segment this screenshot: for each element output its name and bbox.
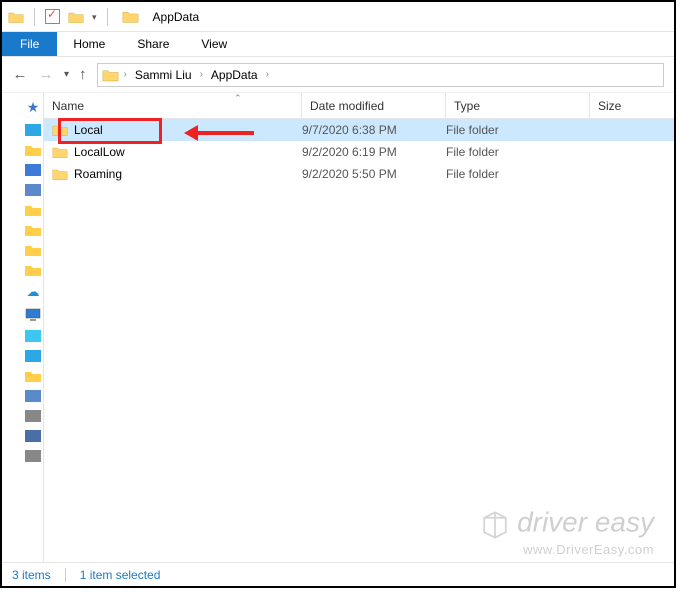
tab-home[interactable]: Home <box>57 32 121 56</box>
file-type: File folder <box>438 167 582 181</box>
address-bar: ← → ▾ ↑ › Sammi Liu › AppData › <box>2 57 674 93</box>
qat-folder-icon[interactable] <box>8 10 24 24</box>
watermark-url: www.DriverEasy.com <box>477 543 654 556</box>
file-name: Roaming <box>74 167 122 181</box>
sort-indicator-icon: ⌃ <box>234 93 242 104</box>
file-tab[interactable]: File <box>2 32 57 56</box>
file-date: 9/2/2020 6:19 PM <box>294 145 438 159</box>
qat-divider <box>34 8 35 26</box>
column-name[interactable]: Name <box>52 93 302 118</box>
sidebar-item-icon[interactable] <box>25 330 41 342</box>
sidebar-item-icon[interactable] <box>25 410 41 422</box>
file-row[interactable]: Local 9/7/2020 6:38 PM File folder <box>44 119 674 141</box>
watermark: driver easy www.DriverEasy.com <box>477 507 654 556</box>
file-row[interactable]: LocalLow 9/2/2020 6:19 PM File folder <box>44 141 674 163</box>
up-button[interactable]: ↑ <box>79 66 87 83</box>
tab-share[interactable]: Share <box>121 32 185 56</box>
address-folder-icon <box>102 68 119 82</box>
sidebar-item-icon[interactable] <box>25 204 41 216</box>
status-bar: 3 items 1 item selected <box>2 562 674 586</box>
file-type: File folder <box>438 145 582 159</box>
sidebar-item-icon[interactable] <box>25 350 41 362</box>
sidebar-item-icon[interactable] <box>25 244 41 256</box>
sidebar-item-icon[interactable] <box>25 184 41 196</box>
this-pc-icon[interactable] <box>25 308 41 322</box>
folder-icon <box>52 167 68 181</box>
sidebar-item-icon[interactable] <box>25 370 41 382</box>
quick-access-icon[interactable]: ★ <box>27 99 40 116</box>
sidebar-item-icon[interactable] <box>25 144 41 156</box>
file-rows: Local 9/7/2020 6:38 PM File folder Local… <box>44 119 674 185</box>
breadcrumb-sep[interactable]: › <box>121 69 130 80</box>
onedrive-icon[interactable]: ☁ <box>27 284 40 300</box>
column-type[interactable]: Type <box>446 93 590 118</box>
breadcrumb-sep[interactable]: › <box>197 69 206 80</box>
address-field[interactable]: › Sammi Liu › AppData › <box>97 63 664 87</box>
qat-newfolder-icon[interactable] <box>68 10 84 24</box>
title-bar: ▾ AppData <box>2 2 674 32</box>
sidebar-item-icon[interactable] <box>25 224 41 236</box>
file-row[interactable]: Roaming 9/2/2020 5:50 PM File folder <box>44 163 674 185</box>
navigation-pane[interactable]: ★ ☁ <box>2 93 44 562</box>
breadcrumb-sep[interactable]: › <box>263 69 272 80</box>
file-date: 9/7/2020 6:38 PM <box>294 123 438 137</box>
column-size[interactable]: Size <box>590 93 674 118</box>
file-date: 9/2/2020 5:50 PM <box>294 167 438 181</box>
content-area: ★ ☁ ⌃ <box>2 93 674 562</box>
sidebar-item-icon[interactable] <box>25 124 41 136</box>
watermark-brand: driver easy <box>517 506 654 537</box>
history-dropdown[interactable]: ▾ <box>64 69 69 80</box>
qat-more-icon[interactable]: ▾ <box>92 12 97 26</box>
column-date[interactable]: Date modified <box>302 93 446 118</box>
sidebar-item-icon[interactable] <box>25 164 41 176</box>
file-list-panel: ⌃ Name Date modified Type Size Local 9/7… <box>44 93 674 562</box>
sidebar-item-icon[interactable] <box>25 430 41 442</box>
folder-icon <box>52 145 68 159</box>
file-type: File folder <box>438 123 582 137</box>
status-divider <box>65 568 66 582</box>
sidebar-item-icon[interactable] <box>25 450 41 462</box>
breadcrumb-item[interactable]: Sammi Liu <box>132 68 195 82</box>
watermark-logo-icon <box>477 507 513 543</box>
explorer-window: ▾ AppData File Home Share View ← → ▾ ↑ ›… <box>0 0 676 588</box>
back-button[interactable]: ← <box>12 66 28 83</box>
file-name: Local <box>74 123 103 137</box>
forward-button[interactable]: → <box>38 66 54 83</box>
qat-divider-2 <box>107 8 108 26</box>
breadcrumb-item[interactable]: AppData <box>208 68 261 82</box>
ribbon: File Home Share View <box>2 32 674 57</box>
window-folder-icon <box>122 9 139 24</box>
status-selection: 1 item selected <box>80 568 161 582</box>
tab-view[interactable]: View <box>185 32 243 56</box>
window-title: AppData <box>153 10 200 24</box>
status-count: 3 items <box>12 568 51 582</box>
column-headers: ⌃ Name Date modified Type Size <box>44 93 674 119</box>
sidebar-item-icon[interactable] <box>25 390 41 402</box>
folder-icon <box>52 123 68 137</box>
qat-properties-icon[interactable] <box>45 9 60 24</box>
sidebar-item-icon[interactable] <box>25 264 41 276</box>
file-name: LocalLow <box>74 145 125 159</box>
